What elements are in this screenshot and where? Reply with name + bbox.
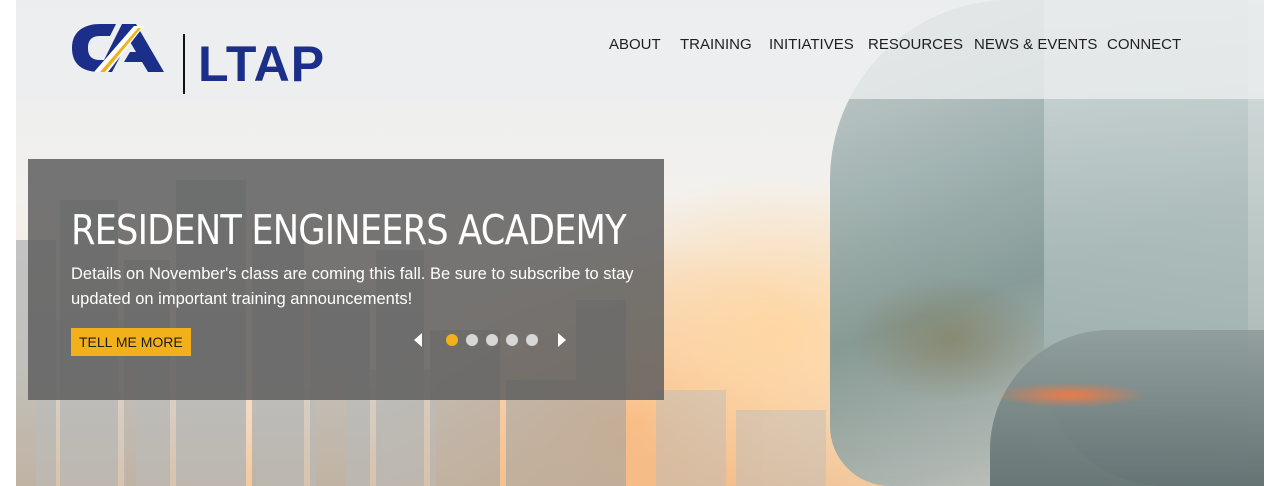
carousel-dot-2[interactable] [466,334,478,346]
slide-description: Details on November's class are coming t… [71,265,634,308]
page: LTAP ABOUT TRAINING INITIATIVES RESOURCE… [0,0,1281,486]
carousel-controls [411,330,571,350]
main-navigation: ABOUT TRAINING INITIATIVES RESOURCES NEW… [0,36,1281,56]
carousel-dot-5[interactable] [526,334,538,346]
nav-connect[interactable]: CONNECT [1107,36,1181,53]
lens-flare [960,360,1180,430]
nav-news-events[interactable]: NEWS & EVENTS [974,36,1097,53]
triangle-right-icon[interactable] [555,330,569,350]
nav-initiatives[interactable]: INITIATIVES [769,36,854,53]
slide-title: RESIDENT ENGINEERS ACADEMY [71,206,627,254]
nav-about[interactable]: ABOUT [609,36,661,53]
tell-me-more-button[interactable]: TELL ME MORE [71,328,191,356]
triangle-left-icon[interactable] [411,330,425,350]
slide-panel: RESIDENT ENGINEERS ACADEMY Details on No… [28,159,664,400]
nav-training[interactable]: TRAINING [680,36,752,53]
nav-resources[interactable]: RESOURCES [868,36,963,53]
carousel-dot-4[interactable] [506,334,518,346]
carousel-dot-1[interactable] [446,334,458,346]
carousel-dot-3[interactable] [486,334,498,346]
